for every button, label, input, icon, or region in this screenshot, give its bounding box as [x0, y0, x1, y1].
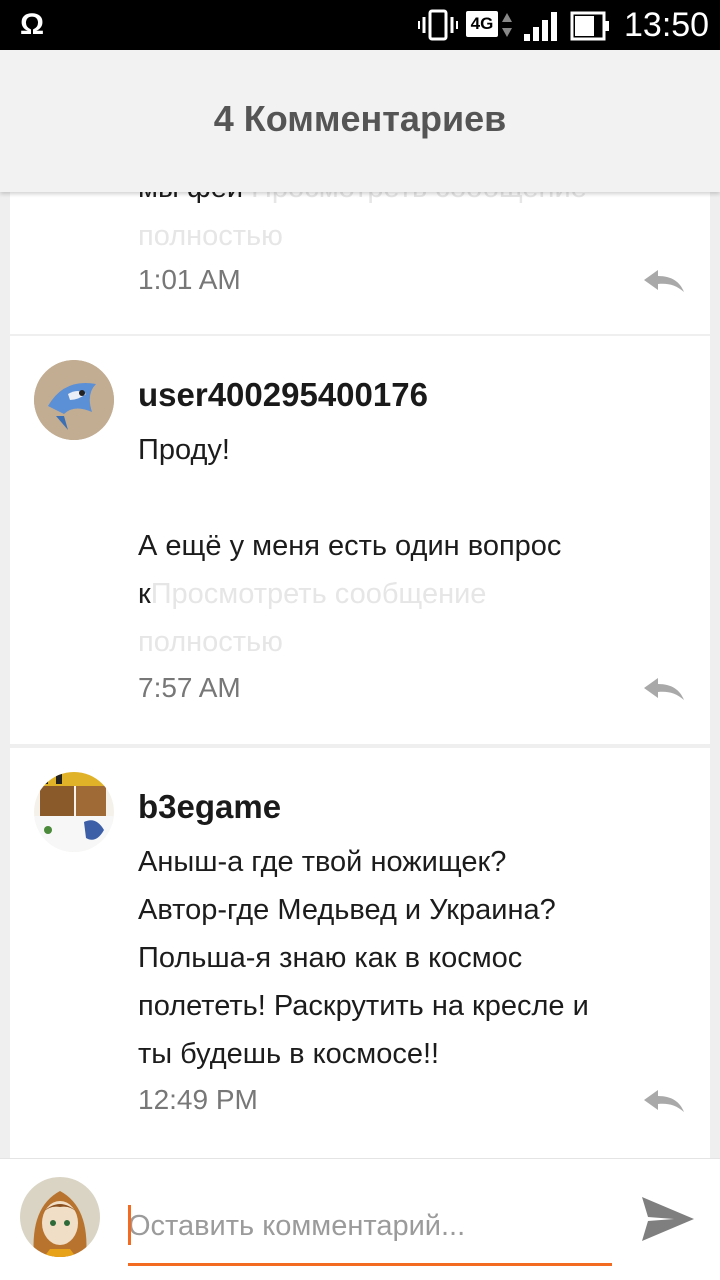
- comment-username[interactable]: user400295400176: [138, 376, 428, 414]
- send-icon[interactable]: [640, 1193, 696, 1245]
- view-full-message-link[interactable]: Просмотреть сообщение: [151, 578, 487, 610]
- comment-username[interactable]: b3egame: [138, 788, 281, 826]
- comment-time: 7:57 AM: [138, 672, 241, 703]
- comment-text-line: А ещё у меня есть один вопрос: [138, 530, 562, 562]
- reply-icon[interactable]: [642, 676, 686, 702]
- reply-icon[interactable]: [642, 1088, 686, 1114]
- view-full-message-link[interactable]: полностью: [138, 220, 283, 252]
- comment-text-line: Польша-я знаю как в космос: [138, 942, 523, 974]
- comment-text: Аныш-а где твой ножищек? Автор-где Медьв…: [138, 838, 678, 1078]
- comment-text: Проду! А ещё у меня есть один вопрос кПр…: [138, 426, 678, 666]
- comment-time: 12:49 PM: [138, 1084, 258, 1115]
- comment-text: мы фей Просмотреть сообщение полностью: [138, 192, 678, 260]
- text-cursor: [128, 1205, 131, 1245]
- comment-text-line: Автор-где Медьвед и Украина?: [138, 894, 556, 926]
- comment-input-wrap: [128, 1191, 612, 1267]
- omega-icon: Ω: [20, 8, 45, 41]
- comment-text-line: Аныш-а где твой ножищек?: [138, 846, 507, 878]
- comment-text-partial: мы фей: [138, 192, 243, 204]
- comments-list[interactable]: мы фей Просмотреть сообщение полностью 1…: [10, 192, 710, 1158]
- comment-input[interactable]: [128, 1191, 612, 1261]
- network-type-badge: 4G: [466, 11, 498, 37]
- data-arrows-icon: [502, 13, 512, 37]
- comment-composer: [0, 1158, 720, 1280]
- vibrate-icon: [418, 9, 458, 41]
- battery-icon: [570, 11, 609, 41]
- comment-time: 1:01 AM: [138, 264, 241, 295]
- comment-text-line: Проду!: [138, 434, 230, 466]
- input-underline: [128, 1263, 612, 1266]
- avatar[interactable]: [34, 772, 114, 852]
- comments-header: 4 Комментариев: [0, 50, 720, 192]
- reply-icon[interactable]: [642, 268, 686, 294]
- avatar[interactable]: [34, 360, 114, 440]
- view-full-message-link[interactable]: полностью: [138, 618, 678, 666]
- avatar: [20, 1177, 100, 1257]
- status-bar: Ω 4G 13:50: [0, 0, 720, 50]
- comment-text-line: полететь! Раскрутить на кресле и: [138, 990, 589, 1022]
- comment-item: мы фей Просмотреть сообщение полностью 1…: [10, 192, 710, 334]
- comment-item: b3egame Аныш-а где твой ножищек? Автор-г…: [10, 748, 710, 1158]
- status-time: 13:50: [624, 6, 710, 44]
- comment-text-line: ты будешь в космосе!!: [138, 1038, 440, 1070]
- comment-text-line: [138, 474, 678, 522]
- page-title: 4 Комментариев: [213, 98, 507, 139]
- comment-item: user400295400176 Проду! А ещё у меня ест…: [10, 336, 710, 744]
- signal-icon: [524, 12, 557, 41]
- comment-text-line: к: [138, 578, 151, 610]
